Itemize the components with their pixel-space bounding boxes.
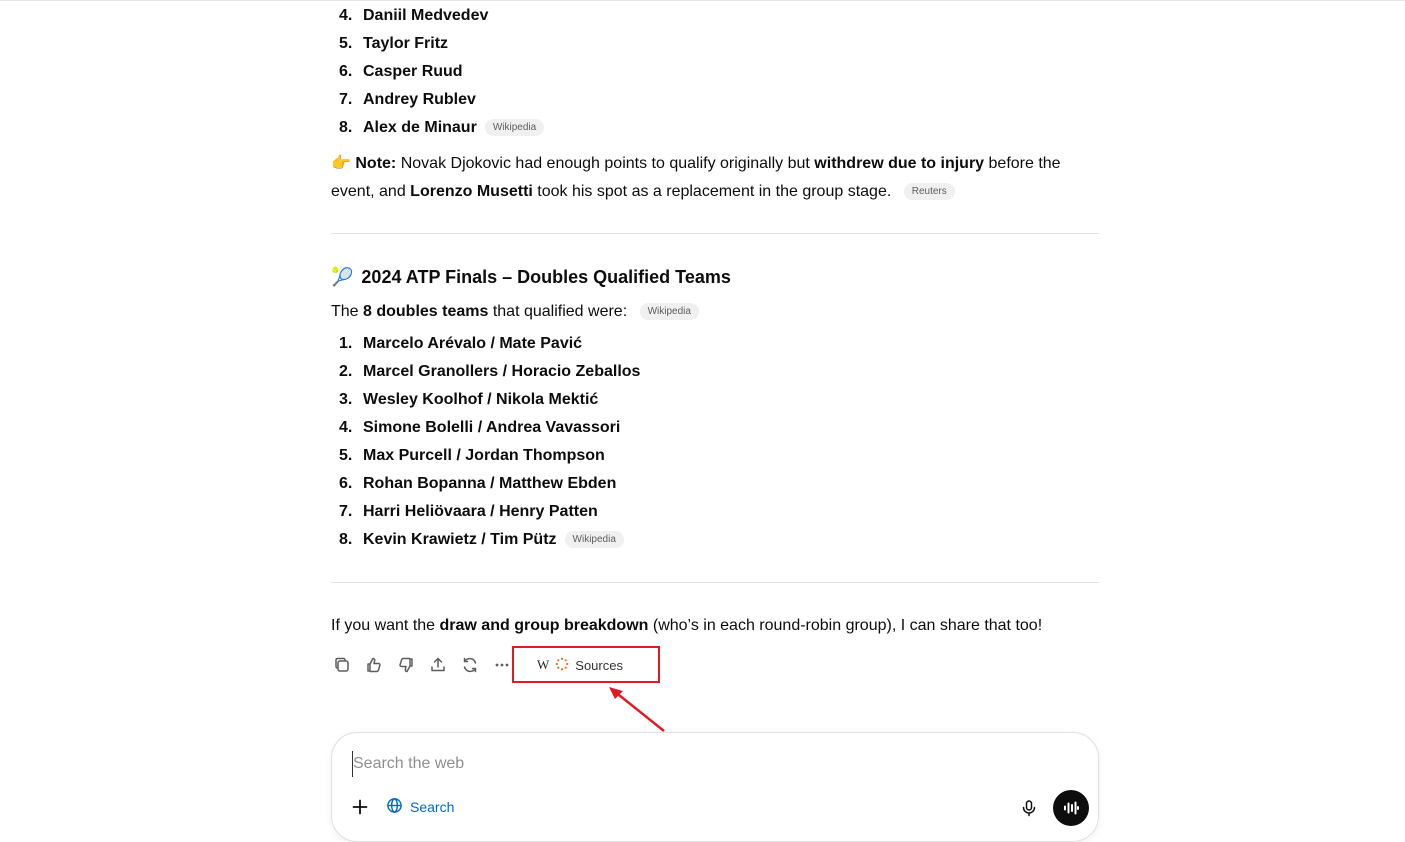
source-chip[interactable]: Wikipedia <box>564 531 624 549</box>
doubles-heading: 🎾 2024 ATP Finals – Doubles Qualified Te… <box>331 262 1099 292</box>
list-item: 5. Taylor Fritz <box>339 35 449 52</box>
tennis-emoji: 🎾 <box>331 267 354 287</box>
list-item: 4. Daniil Medvedev <box>339 7 489 24</box>
annotation-highlight-box <box>512 646 660 683</box>
pointing-hand-emoji: 👉 <box>331 155 351 172</box>
microphone-icon[interactable] <box>1018 797 1040 819</box>
list-item: 8. Kevin Krawietz / Tim Pütz Wikipedia <box>331 526 1099 554</box>
thumbs-up-icon[interactable] <box>363 654 385 676</box>
closing-paragraph: If you want the draw and group breakdown… <box>331 617 1043 634</box>
source-chip[interactable]: Wikipedia <box>639 303 699 321</box>
doubles-list: 1. Marcelo Arévalo / Mate Pavić 2. Marcel … <box>331 330 1099 554</box>
source-chip[interactable]: Wikipedia <box>484 119 545 137</box>
note-paragraph: 👉 Note: Novak Djokovic had enough points… <box>331 155 1061 201</box>
list-item: 6. Casper Ruud <box>339 63 463 80</box>
list-item: 2. Marcel Granollers / Horacio Zeballos <box>339 363 641 380</box>
more-icon[interactable] <box>491 654 513 676</box>
list-item: 8. Alex de Minaur Wikipedia <box>331 114 1099 142</box>
share-icon[interactable] <box>427 654 449 676</box>
list-item: 7. Harri Heliövaara / Henry Patten <box>339 503 598 520</box>
section-divider <box>331 233 1099 234</box>
section-divider <box>331 582 1099 583</box>
doubles-intro: The 8 doubles teams that qualified were:… <box>331 298 1099 326</box>
thumbs-down-icon[interactable] <box>395 654 417 676</box>
copy-icon[interactable] <box>331 654 353 676</box>
list-item: 6. Rohan Bopanna / Matthew Ebden <box>339 475 617 492</box>
list-item: 4. Simone Bolelli / Andrea Vavassori <box>339 419 621 436</box>
source-chip[interactable]: Reuters <box>903 183 955 201</box>
assistant-message: 4. Daniil Medvedev 5. Taylor Fritz 6. Caspe… <box>331 0 1099 640</box>
note-label: Note: <box>355 155 397 172</box>
annotation-arrow <box>609 687 665 732</box>
list-item: 3. Wesley Koolhof / Nikola Mektić <box>339 391 599 408</box>
singles-list: 4. Daniil Medvedev 5. Taylor Fritz 6. Caspe… <box>331 2 1099 142</box>
composer: Search <box>331 732 1099 842</box>
search-input[interactable] <box>352 751 1055 777</box>
list-item: 7. Andrey Rublev <box>339 91 476 108</box>
list-item: 1. Marcelo Arévalo / Mate Pavić <box>339 335 583 352</box>
regenerate-icon[interactable] <box>459 654 481 676</box>
search-toggle-label: Search <box>410 799 455 815</box>
list-item: 5. Max Purcell / Jordan Thompson <box>339 447 605 464</box>
globe-icon <box>386 797 403 817</box>
waveform-icon <box>1064 801 1079 815</box>
search-toggle-button[interactable]: Search <box>386 795 454 819</box>
voice-mode-button[interactable] <box>1053 790 1089 826</box>
plus-icon[interactable] <box>348 795 372 819</box>
